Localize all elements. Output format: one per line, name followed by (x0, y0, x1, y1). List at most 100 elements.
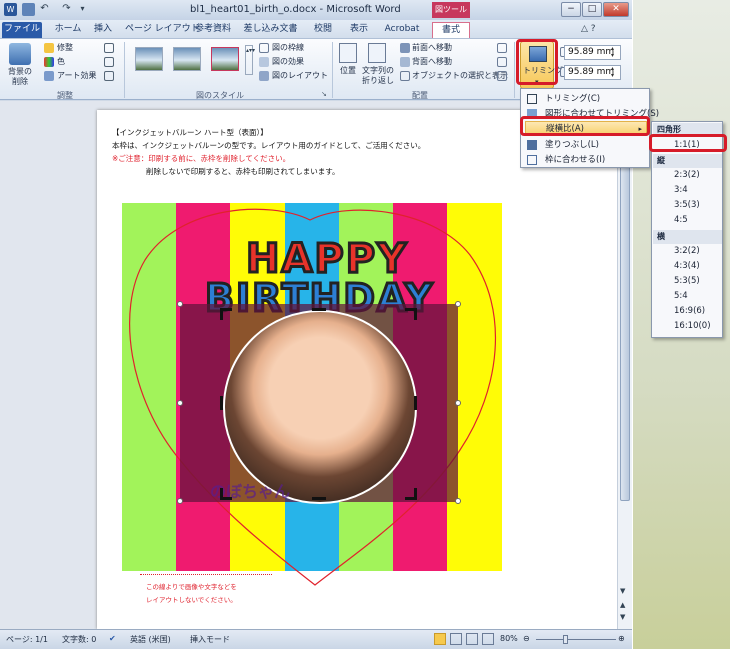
insert-mode[interactable]: 挿入モード (190, 634, 230, 645)
undo-icon[interactable]: ↶ (38, 3, 51, 16)
page-count[interactable]: ページ: 1/1 (6, 634, 48, 645)
ratio-5-3[interactable]: 5:3(5) (674, 276, 700, 286)
styles-dialog-launcher-icon[interactable]: ↘ (321, 90, 327, 98)
redo-icon[interactable]: ↷ (60, 3, 73, 16)
outline-icon[interactable] (482, 633, 494, 645)
ratio-5-4[interactable]: 5:4 (674, 291, 688, 301)
ratio-3-2[interactable]: 3:2(2) (674, 246, 700, 256)
compress-pictures-icon[interactable] (104, 43, 114, 53)
tab-file[interactable]: ファイル (2, 22, 42, 38)
tab-format[interactable]: 書式 (432, 22, 470, 38)
minimize-button[interactable]: − (561, 2, 581, 17)
ratio-4-5[interactable]: 4:5 (674, 215, 688, 225)
crop-edge-handle[interactable] (312, 308, 326, 311)
zoom-slider[interactable] (536, 639, 616, 640)
fit-icon (527, 155, 537, 165)
separator (332, 42, 333, 98)
picture-style-3[interactable] (211, 47, 239, 71)
child-photo[interactable] (223, 310, 417, 504)
web-layout-icon[interactable] (466, 633, 478, 645)
print-layout-icon[interactable] (434, 633, 446, 645)
picture-layout-button[interactable]: 図のレイアウト (272, 71, 328, 81)
wrap-text-button[interactable]: 文字列の 折り返し (362, 66, 394, 86)
word-count[interactable]: 文字数: 0 (62, 634, 96, 645)
resize-handle[interactable] (455, 498, 461, 504)
artistic-effects-button[interactable]: アート効果 (57, 71, 97, 81)
resize-handle[interactable] (177, 498, 183, 504)
close-button[interactable]: ✕ (603, 2, 629, 17)
full-screen-icon[interactable] (450, 633, 462, 645)
crop-corner-handle[interactable] (220, 488, 232, 500)
crop-edge-handle[interactable] (220, 396, 223, 410)
crop-corner-handle[interactable] (220, 308, 232, 320)
customize-qat-icon[interactable]: ▾ (76, 3, 89, 16)
zoom-in-icon[interactable]: ⊕ (618, 634, 625, 643)
ratio-3-5[interactable]: 3:5(3) (674, 200, 700, 210)
tab-page-layout[interactable]: ページ レイアウト (125, 22, 200, 38)
tab-mailings[interactable]: 差し込み文書 (243, 22, 298, 38)
maximize-button[interactable]: □ (582, 2, 602, 17)
help-icon[interactable]: △ ? (581, 24, 596, 34)
position-icon[interactable] (339, 43, 357, 63)
scroll-down-icon[interactable]: ▼ (620, 587, 625, 595)
save-icon[interactable] (22, 3, 35, 16)
corrections-button[interactable]: 修整 (57, 43, 73, 53)
color-button[interactable]: 色 (57, 57, 65, 67)
resize-handle[interactable] (177, 301, 183, 307)
rotate-icon[interactable] (497, 71, 507, 81)
ratio-16-10[interactable]: 16:10(0) (674, 321, 711, 331)
resize-handle[interactable] (455, 400, 461, 406)
menu-item-fit-label: 枠に合わせる(I) (545, 155, 606, 165)
word-app-icon[interactable]: W (4, 3, 17, 16)
align-icon[interactable] (497, 43, 507, 53)
ratio-3-4[interactable]: 3:4 (674, 185, 688, 195)
style-gallery-scroll[interactable]: ▴▾▾ (245, 45, 255, 75)
picture-border-button[interactable]: 図の枠線 (272, 43, 304, 53)
crop-corner-handle[interactable] (405, 488, 417, 500)
bring-forward-button[interactable]: 前面へ移動 (412, 43, 452, 53)
next-page-icon[interactable]: ▼ (620, 613, 625, 621)
reset-picture-icon[interactable] (104, 71, 114, 81)
proofing-icon[interactable]: ✔ (109, 634, 116, 643)
selection-pane-button[interactable]: オブジェクトの選択と表示 (412, 71, 508, 81)
picture-style-1[interactable] (135, 47, 163, 71)
footer-note-2: レイアウトしないでください。 (146, 596, 237, 604)
menu-item-fit[interactable]: 枠に合わせる(I) (525, 153, 647, 168)
tab-review[interactable]: 校閲 (308, 22, 338, 38)
send-backward-button[interactable]: 背面へ移動 (412, 57, 452, 67)
remove-background-icon[interactable] (9, 43, 31, 65)
crop-edge-handle[interactable] (414, 396, 417, 410)
resize-handle[interactable] (455, 301, 461, 307)
language-indicator[interactable]: 英語 (米国) (130, 634, 171, 645)
aspect-ratio-highlight-box (520, 116, 650, 136)
width-spinner-icon[interactable]: ▴ ▾ (611, 65, 614, 79)
change-picture-icon[interactable] (104, 57, 114, 67)
tab-acrobat[interactable]: Acrobat (382, 22, 422, 38)
vertical-scrollbar[interactable]: ▲ ▼ ▲ ▼ (617, 101, 632, 629)
group-icon[interactable] (497, 57, 507, 67)
zoom-level[interactable]: 80% (500, 634, 518, 643)
picture-style-2[interactable] (173, 47, 201, 71)
wrap-text-icon[interactable] (368, 43, 386, 63)
tab-references[interactable]: 参考資料 (192, 22, 234, 38)
menu-item-crop[interactable]: トリミング(C) (525, 92, 647, 107)
title-bar: W ↶ ↷ ▾ bl1_heart01_birth_o.docx - Micro… (0, 0, 632, 20)
remove-background-button[interactable]: 背景の 削除 (8, 67, 32, 87)
picture-effects-button[interactable]: 図の効果 (272, 57, 304, 67)
zoom-slider-thumb[interactable] (563, 635, 568, 644)
ratio-16-9[interactable]: 16:9(6) (674, 306, 705, 316)
crop-edge-handle[interactable] (312, 497, 326, 500)
tab-home[interactable]: ホーム (48, 22, 88, 38)
menu-item-fill[interactable]: 塗りつぶし(L) (525, 138, 647, 153)
scroll-thumb[interactable] (620, 121, 630, 501)
tab-insert[interactable]: 挿入 (88, 22, 118, 38)
resize-handle[interactable] (177, 400, 183, 406)
ratio-4-3[interactable]: 4:3(4) (674, 261, 700, 271)
crop-corner-handle[interactable] (405, 308, 417, 320)
zoom-out-icon[interactable]: ⊖ (523, 634, 530, 643)
height-spinner-icon[interactable]: ▴ ▾ (611, 45, 614, 59)
ratio-2-3[interactable]: 2:3(2) (674, 170, 700, 180)
position-button[interactable]: 位置 (340, 66, 356, 76)
prev-page-icon[interactable]: ▲ (620, 601, 625, 609)
tab-view[interactable]: 表示 (344, 22, 374, 38)
